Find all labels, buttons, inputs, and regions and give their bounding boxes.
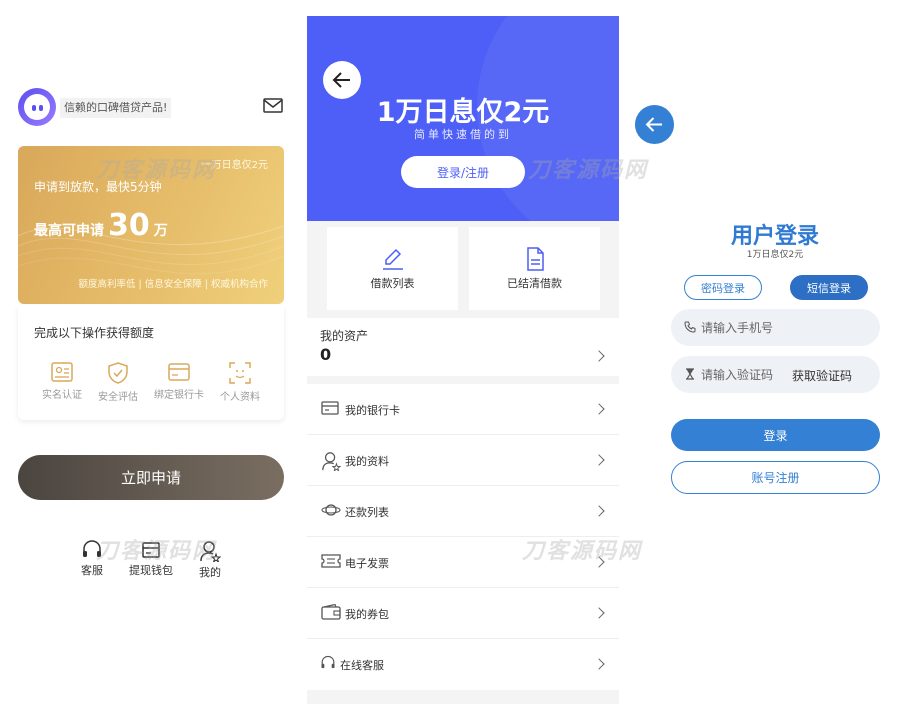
header-title: 1万日息仅2元 (376, 97, 550, 128)
bank-card-icon (168, 363, 190, 381)
menu-label: 我的银行卡 (345, 404, 400, 417)
max-amount: 最高可申请 30 万 (34, 208, 168, 243)
max-amount-unit: 万 (153, 223, 168, 239)
login-title: 用户登录 (730, 224, 819, 249)
menu-label: 电子发票 (345, 557, 389, 570)
register-button[interactable]: 账号注册 (671, 461, 880, 494)
step-security[interactable]: 安全评估 (88, 362, 148, 403)
loan-list-tile[interactable]: 借款列表 (327, 227, 458, 310)
arrow-left-icon (645, 117, 662, 132)
wallet-icon (321, 604, 341, 620)
menu-my-profile[interactable]: 我的资料 (307, 435, 619, 486)
shield-check-icon (108, 362, 128, 384)
tile-label: 已结清借款 (507, 277, 562, 290)
watermark: 刀客源码网 (522, 539, 643, 564)
step-bindcard[interactable]: 绑定银行卡 (149, 362, 209, 401)
get-code-button[interactable]: 获取验证码 (792, 367, 852, 384)
login-register-button[interactable]: 登录/注册 (401, 156, 525, 188)
chevron-right-icon (593, 658, 605, 670)
phone-icon (684, 321, 696, 333)
menu-label: 我的资料 (345, 455, 389, 468)
chevron-right-icon (593, 505, 605, 517)
login-button[interactable]: 登录 (671, 419, 880, 451)
ticket-icon (321, 554, 341, 568)
profile-header: 1万日息仅2元 简单快速借的到 登录/注册 (307, 16, 619, 221)
step-label: 实名认证 (42, 390, 82, 401)
header-subtitle: 简单快速借的到 (414, 128, 512, 141)
pencil-icon (382, 248, 403, 270)
assets-label: 我的资产 (320, 329, 369, 343)
menu-label: 我的券包 (345, 608, 389, 621)
tab-password-login[interactable]: 密码登录 (684, 275, 762, 300)
mail-icon[interactable] (263, 98, 283, 113)
app-slogan: 信赖的口碑借贷产品! (60, 98, 172, 118)
app-logo-icon (18, 88, 56, 126)
chevron-right-icon (593, 454, 605, 466)
step-profile[interactable]: 个人资料 (210, 362, 270, 403)
bank-card-icon (321, 401, 339, 415)
phone-field (671, 309, 880, 346)
profile-screen: 1万日息仅2元 简单快速借的到 登录/注册 借款列表 已结清借款 我的资产 0 (307, 16, 619, 704)
code-field: 获取验证码 (671, 356, 880, 393)
planet-icon (321, 504, 341, 516)
menu-online-service[interactable]: 在线客服 (307, 639, 619, 690)
document-icon (526, 247, 544, 271)
my-assets-row[interactable]: 我的资产 0 (307, 318, 619, 376)
apply-button[interactable]: 立即申请 (18, 455, 284, 500)
chevron-right-icon (593, 403, 605, 415)
login-screen: 用户登录 1万日息仅2元 密码登录 短信登录 获取验证码 登录 账号注册 (626, 0, 912, 704)
step-label: 绑定银行卡 (154, 390, 204, 401)
watermark: 刀客源码网 (528, 158, 649, 183)
steps-card: 完成以下操作获得额度 实名认证 安全评估 绑定银行卡 个人资料 (18, 306, 284, 420)
tile-label: 借款列表 (370, 277, 415, 290)
chevron-right-icon (593, 607, 605, 619)
back-button[interactable] (635, 105, 674, 144)
chevron-right-icon (593, 350, 605, 362)
home-screen: 信赖的口碑借贷产品! 一万日息仅2元 申请到放款，最快5分钟 最高可申请 30 万 … (0, 0, 300, 704)
steps-title: 完成以下操作获得额度 (34, 326, 155, 340)
step-label: 安全评估 (98, 392, 138, 403)
assets-value: 0 (320, 345, 332, 364)
watermark: 刀客源码网 (96, 539, 217, 564)
hourglass-icon (686, 368, 694, 380)
step-realname[interactable]: 实名认证 (32, 362, 92, 401)
max-amount-label: 最高可申请 (34, 223, 104, 239)
menu-coupons[interactable]: 我的券包 (307, 588, 619, 639)
max-amount-value: 30 (108, 208, 150, 243)
nav-label: 我的 (199, 566, 221, 579)
menu-label: 还款列表 (345, 506, 389, 519)
tab-sms-login[interactable]: 短信登录 (790, 275, 868, 300)
login-subtitle: 1万日息仅2元 (746, 250, 804, 260)
watermark: 刀客源码网 (96, 158, 217, 183)
menu-bank-card[interactable]: 我的银行卡 (307, 384, 619, 435)
menu-repayment-list[interactable]: 还款列表 (307, 486, 619, 537)
headset-icon (321, 655, 335, 669)
settled-loans-tile[interactable]: 已结清借款 (469, 227, 600, 310)
phone-input[interactable] (701, 309, 801, 346)
code-input[interactable] (701, 356, 801, 393)
feature-list: 额度高利率低 | 信息安全保障 | 权威机构合作 (78, 279, 268, 290)
step-label: 个人资料 (220, 392, 260, 403)
menu-label: 在线客服 (340, 659, 384, 672)
user-icon (322, 452, 341, 471)
id-card-icon (51, 362, 73, 382)
face-scan-icon (229, 362, 251, 384)
